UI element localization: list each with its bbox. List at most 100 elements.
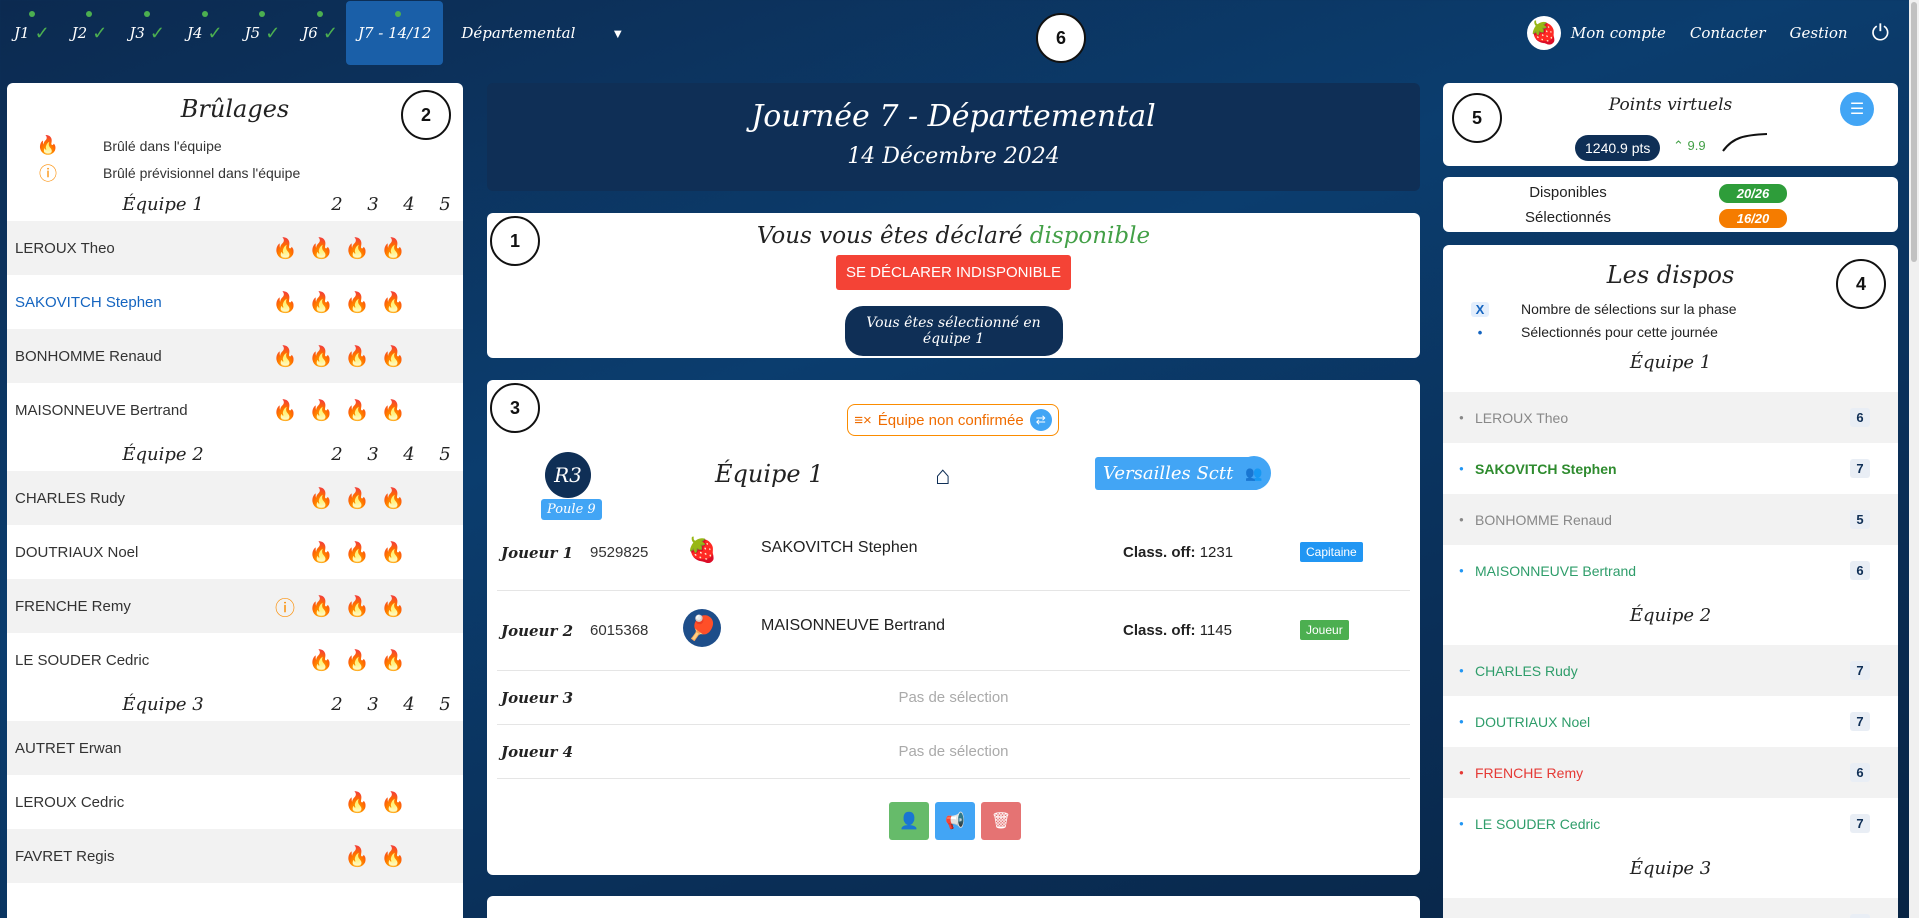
player-name[interactable]: LE SOUDER Cedric [15,652,149,669]
flame-icon: 🔥 [380,487,406,510]
player-name[interactable]: MAISONNEUVE Bertrand [761,617,945,635]
player-class: Class. off: 1231 [1123,544,1233,561]
tab-5[interactable]: J5 ✓ [231,1,289,65]
trash-icon[interactable]: 🗑 [981,802,1021,840]
home-icon: ⌂ [935,460,951,490]
power-icon[interactable]: ⏻ [1872,20,1889,46]
brulage-row: SAKOVITCH Stephen 🔥 🔥 🔥 🔥 [7,275,463,329]
dispo-row[interactable]: ● MAISONNEUVE Bertrand 6 [1443,545,1898,596]
dispo-row[interactable]: ● LE SOUDER Cedric 7 [1443,798,1898,849]
brulage-row: MAISONNEUVE Bertrand 🔥 🔥 🔥 🔥 [7,383,463,437]
list-icon[interactable]: ☰ [1840,92,1874,126]
dispo-player-name: SAKOVITCH Stephen [1475,460,1617,477]
warning-icon: ⓘ [275,597,295,620]
strawberry-avatar-icon[interactable]: 🍓 [1526,16,1561,50]
dispo-team-header: Équipe 1 [1629,352,1712,373]
unconfirmed-icon: ≡× [854,411,872,429]
virtual-points-title: Points virtuels [1608,95,1733,115]
tab-2[interactable]: J2 ✓ [58,1,116,65]
confirm-status-badge[interactable]: ≡× Équipe non confirmée ⇄ [847,404,1059,436]
flame-icon: 🔥 [380,595,406,618]
dispo-row[interactable]: ● FRENCHE Remy 6 [1443,747,1898,798]
player-name[interactable]: MAISONNEUVE Bertrand [15,402,188,419]
virtual-points-value: 1240.9 pts [1575,135,1661,161]
tab-7[interactable]: J7 - 14/12 [345,1,444,65]
add-player-icon[interactable]: 👤 [889,802,929,840]
page-scrollbar[interactable] [1909,0,1919,918]
player-name[interactable]: DOUTRIAUX Noel [15,544,138,561]
player-name[interactable]: SAKOVITCH Stephen [15,294,162,311]
check-icon: ✓ [265,22,281,43]
check-icon: ✓ [207,22,223,43]
selection-count: 6 [1850,763,1870,782]
composition-card: 3 ≡× Équipe non confirmée ⇄ R3 Poule 9 É… [487,380,1420,875]
flame-icon: 🔥 [380,541,406,564]
column-number: 4 [403,443,415,465]
player-name[interactable]: BONHOMME Renaud [15,348,162,365]
flame-icon: 🔥 [272,237,298,260]
dispo-row[interactable]: ●AUTRET Erwan0 [1443,898,1898,918]
player-name[interactable]: FAVRET Regis [15,848,114,865]
flame-icon: 🔥 [344,845,370,868]
player-name[interactable]: FRENCHE Remy [15,598,131,615]
tab-4[interactable]: J4 ✓ [173,1,231,65]
check-icon: ✓ [149,22,165,43]
player-row-empty: Joueur 4 Pas de sélection [497,725,1410,779]
status-dot-icon [394,11,401,17]
competition-dropdown-label: Départemental [461,24,576,42]
status-dot-icon [259,11,266,17]
trend: ⌃ 9.9 [1673,138,1706,154]
tab-label: J4 [186,24,203,42]
player-name[interactable]: SAKOVITCH Stephen [761,539,918,557]
dispo-row[interactable]: ● SAKOVITCH Stephen 7 [1443,443,1898,494]
flame-icon: 🔥 [344,345,370,368]
swap-icon[interactable]: ⇄ [1029,409,1052,431]
dot-icon: • [1477,324,1483,340]
check-icon: ✓ [34,22,50,43]
player-name[interactable]: CHARLES Rudy [15,490,125,507]
dispo-player-name: CHARLES Rudy [1475,662,1578,679]
player-name[interactable]: LEROUX Cedric [15,794,124,811]
scrollbar-thumb[interactable] [1911,2,1917,262]
tab-label: J2 [71,24,88,42]
dispo-player-name: DOUTRIAUX Noel [1475,713,1591,730]
selected-team-pill[interactable]: Vous êtes sélectionné en équipe 1 [844,306,1063,356]
availability-prefix: Vous vous êtes déclaré [756,223,1030,249]
manage-link[interactable]: Gestion [1790,24,1848,42]
opponent-button[interactable]: Versailles Sctt 3 [1095,457,1259,490]
tab-6[interactable]: J6 ✓ [288,1,346,65]
account-link[interactable]: Mon compte [1571,24,1666,42]
team-header: Équipe 2 2 3 4 5 [7,437,463,471]
tab-1[interactable]: J1 ✓ [0,1,58,65]
team-header-name: Équipe 2 [122,443,204,465]
tab-3[interactable]: J3 ✓ [115,1,173,65]
day-date: 14 Décembre 2024 [847,144,1060,169]
competition-dropdown[interactable]: Départemental ▼ [461,24,624,42]
dispo-row[interactable]: ● CHARLES Rudy 7 [1443,645,1898,696]
dispo-player-name: FRENCHE Remy [1475,764,1584,781]
composition-actions: 👤 📢 🗑 [889,802,1021,840]
selected-badge: 16/20 [1719,209,1787,228]
player-name[interactable]: LEROUX Theo [15,240,115,257]
arrow-up-icon: ⌃ [1673,138,1688,153]
announce-icon[interactable]: 📢 [935,802,975,840]
team-group-icon[interactable]: 👥 [1237,456,1271,490]
dispo-row[interactable]: ● DOUTRIAUX Noel 7 [1443,696,1898,747]
dispo-row[interactable]: ● BONHOMME Renaud 5 [1443,494,1898,545]
flame-icon: 🔥 [344,399,370,422]
team-header: Équipe 3 2 3 4 5 [7,687,463,721]
no-selection-text: Pas de sélection [898,743,1009,760]
team-header-name: Équipe 1 [122,193,204,215]
no-selection-text: Pas de sélection [898,689,1009,706]
flame-icon: 🔥 [344,291,370,314]
dispo-row[interactable]: ● LEROUX Theo 6 [1443,392,1898,443]
team-name: Équipe 1 [715,460,824,488]
role-badge: Joueur [1300,620,1349,640]
contact-link[interactable]: Contacter [1690,24,1766,42]
declare-unavailable-button[interactable]: SE DÉCLARER INDISPONIBLE [835,255,1072,290]
marker-1: 1 [490,216,540,266]
player-name[interactable]: AUTRET Erwan [15,740,121,757]
flame-icon: 🔥 [344,541,370,564]
team-header: Équipe 1 2 3 4 5 [7,187,463,221]
available-label: Disponibles [1529,184,1607,201]
